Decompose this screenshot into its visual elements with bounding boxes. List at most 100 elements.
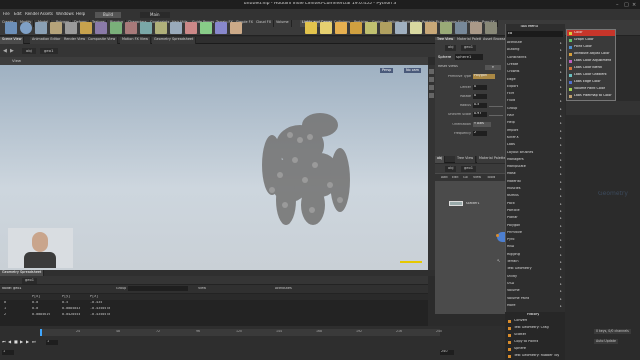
sheet-node-path[interactable]: geo1 bbox=[22, 278, 37, 284]
line-tool-icon[interactable] bbox=[95, 22, 107, 34]
jump-end-icon[interactable]: ⏭ bbox=[32, 339, 37, 344]
submenu-item[interactable]: Labs Color Blend bbox=[574, 66, 602, 69]
tab-menu-item[interactable]: Mask bbox=[507, 172, 563, 175]
play-icon[interactable]: ▶ bbox=[20, 339, 25, 344]
tab-scene-view[interactable]: Scene View bbox=[0, 37, 25, 44]
menu-help[interactable]: Help bbox=[76, 12, 85, 16]
net-menu-view[interactable]: View bbox=[473, 176, 481, 179]
menu-edit[interactable]: Edit bbox=[14, 12, 22, 16]
point-light-tool-icon[interactable] bbox=[320, 22, 332, 34]
sky-light-tool-icon[interactable] bbox=[425, 22, 437, 34]
tab-render-view[interactable]: Render View bbox=[62, 37, 89, 44]
tab-tree-view[interactable]: Tree View bbox=[455, 156, 477, 163]
gi-light-tool-icon[interactable] bbox=[440, 22, 452, 34]
tab-menu-item[interactable]: Volume bbox=[507, 289, 563, 292]
tab-menu-item[interactable]: Labs bbox=[507, 143, 563, 146]
submenu-item[interactable]: Labs Edge Color bbox=[574, 80, 601, 83]
submenu-item[interactable]: Labs Pixelmap to Color bbox=[574, 94, 612, 97]
desktop-selector[interactable]: Build bbox=[95, 12, 122, 18]
menu-assets[interactable]: Assets bbox=[40, 12, 53, 16]
tab-menu-item[interactable]: Pyro bbox=[507, 238, 563, 241]
net-path-geo[interactable]: geo1 bbox=[461, 166, 476, 172]
tube-tool-icon[interactable] bbox=[35, 22, 47, 34]
step-forward-icon[interactable]: ▶ bbox=[26, 339, 31, 344]
current-frame-marker[interactable] bbox=[40, 329, 42, 336]
menu-windows[interactable]: Windows bbox=[56, 12, 74, 16]
tab-menu-item[interactable]: Muscles bbox=[507, 187, 563, 190]
submenu-item[interactable]: Color bbox=[574, 31, 583, 34]
main-selector[interactable]: Main bbox=[140, 12, 170, 18]
tab-menu-item[interactable]: Particle bbox=[507, 209, 563, 212]
distant-light-tool-icon[interactable] bbox=[395, 22, 407, 34]
tab-menu-item[interactable]: USD bbox=[507, 282, 563, 285]
tab-geometry-spreadsheet[interactable]: Geometry Spreadsheet bbox=[152, 37, 197, 44]
tab-menu-item[interactable]: NURBS bbox=[507, 194, 563, 197]
history-item[interactable]: Copy to Points bbox=[514, 340, 538, 343]
tab-menu-item[interactable]: Help bbox=[507, 121, 563, 124]
l-system-tool-icon[interactable] bbox=[200, 22, 212, 34]
step-back-icon[interactable]: ◀ bbox=[8, 339, 13, 344]
uniform-scale-slider[interactable] bbox=[489, 115, 503, 116]
tab-menu-item[interactable]: KineFX bbox=[507, 136, 563, 139]
scatter-node[interactable] bbox=[449, 201, 463, 206]
area-light-tool-icon[interactable] bbox=[350, 22, 362, 34]
tab-menu-item[interactable]: Polygon bbox=[507, 224, 563, 227]
center-field[interactable]: 0 bbox=[473, 85, 487, 90]
frequency-field[interactable]: 2 bbox=[473, 131, 487, 136]
history-item[interactable]: Test Geometry: Crag bbox=[514, 326, 549, 329]
tab-menu-item[interactable]: Export bbox=[507, 85, 563, 88]
tab-menu-item[interactable]: Layout Brushes bbox=[507, 151, 563, 154]
net-menu-go[interactable]: Go bbox=[463, 176, 468, 179]
net-menu-tools[interactable]: Tools bbox=[487, 176, 495, 179]
tab-animation-editor[interactable]: Animation Editor bbox=[30, 37, 64, 44]
tab-menu-item[interactable]: Attribute bbox=[507, 41, 563, 44]
tab-menu-item[interactable]: Hair bbox=[507, 114, 563, 117]
net-menu-edit[interactable]: Edit bbox=[452, 176, 459, 179]
tab-menu-item[interactable]: Terrain bbox=[507, 260, 563, 263]
tab-composite-view[interactable]: Composite View bbox=[86, 37, 119, 44]
close-icon[interactable]: × bbox=[632, 2, 637, 8]
tab-menu-item[interactable]: Group bbox=[507, 107, 563, 110]
history-item[interactable]: Test Geometry: Rubber Toy bbox=[514, 354, 559, 357]
submenu-item[interactable]: Graph Color bbox=[574, 38, 594, 41]
submenu-item[interactable]: Point Color bbox=[574, 45, 592, 48]
display-options-icon[interactable] bbox=[429, 77, 434, 82]
tab-material-palette-2[interactable]: Material Palette bbox=[477, 156, 509, 163]
tab-menu-item[interactable]: Fluid bbox=[507, 99, 563, 102]
spot-light-tool-icon[interactable] bbox=[335, 22, 347, 34]
ambient-light-tool-icon[interactable] bbox=[485, 22, 497, 34]
uniform-scale-field[interactable]: 0.97 bbox=[473, 112, 487, 117]
shelf-tab[interactable]: Cloud FX bbox=[254, 20, 275, 27]
radius-field[interactable]: 0.5 bbox=[473, 103, 487, 108]
tab-menu-item[interactable]: FEM bbox=[507, 92, 563, 95]
current-frame-field[interactable]: 1 bbox=[46, 340, 58, 345]
tab-menu-item[interactable]: Material bbox=[507, 180, 563, 183]
menu-file[interactable]: File bbox=[3, 12, 10, 16]
box-tool-icon[interactable] bbox=[5, 22, 17, 34]
spray-paint-tool-icon[interactable] bbox=[155, 22, 167, 34]
history-item[interactable]: Sphere bbox=[514, 347, 526, 350]
submenu-item[interactable]: Labs Color Adjustment bbox=[574, 59, 611, 62]
tab-menu-item[interactable]: Constraints bbox=[507, 56, 563, 59]
tab-menu-item[interactable]: Planar bbox=[507, 216, 563, 219]
grid-tool-icon[interactable] bbox=[65, 22, 77, 34]
orientation-menu[interactable]: Y Axis bbox=[473, 122, 491, 127]
shading-icon[interactable] bbox=[429, 85, 434, 90]
minimize-icon[interactable]: – bbox=[616, 2, 621, 8]
submenu-item[interactable]: Attribute Adjust Color bbox=[574, 52, 610, 55]
network-editor[interactable]: obj geo1 Add Edit Go View Tools scatter1… bbox=[435, 164, 505, 314]
curve-tool-icon[interactable] bbox=[125, 22, 137, 34]
maximize-icon[interactable]: □ bbox=[624, 2, 629, 8]
tab-menu-item[interactable]: Manipulate bbox=[507, 165, 563, 168]
camera-tool-icon[interactable] bbox=[305, 22, 317, 34]
radius-slider[interactable] bbox=[489, 106, 503, 107]
submenu-item[interactable]: Volume Paint Color bbox=[574, 87, 605, 90]
net-path-obj[interactable]: obj bbox=[445, 166, 457, 172]
reset-views-label[interactable]: Reset Views bbox=[438, 65, 458, 68]
geometry-light-tool-icon[interactable] bbox=[365, 22, 377, 34]
volume-light-tool-icon[interactable] bbox=[380, 22, 392, 34]
tab-menu-item[interactable]: Create bbox=[507, 63, 563, 66]
file-tool-icon[interactable] bbox=[230, 22, 242, 34]
tab-menu-item[interactable]: Test Geometry bbox=[507, 267, 563, 270]
tab-menu-item[interactable]: Crowds bbox=[507, 70, 563, 73]
